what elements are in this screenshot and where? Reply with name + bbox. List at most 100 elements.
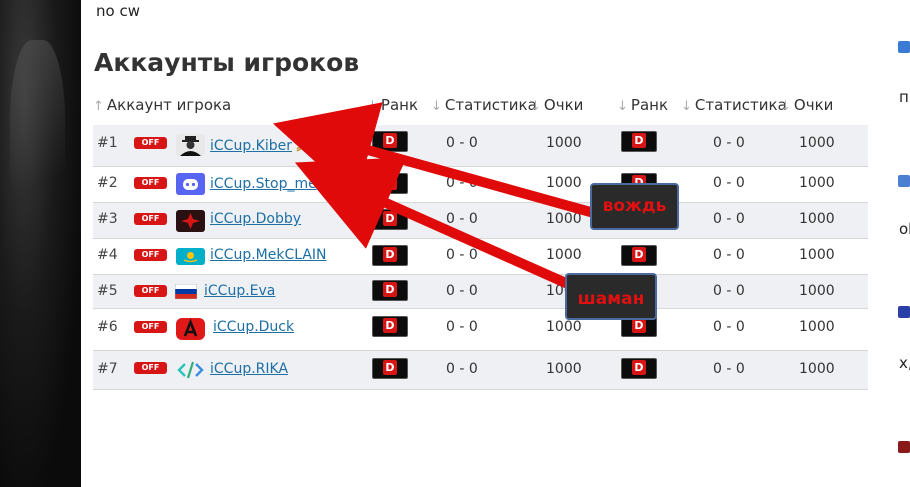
player-rank-number: #2 [97, 175, 118, 191]
sort-up-icon: ↑ [93, 99, 104, 114]
rank-badge [621, 131, 657, 152]
status-badge: OFF [134, 285, 167, 297]
sidebar-flag-icon[interactable] [898, 41, 910, 53]
stats-value: 0 - 0 [713, 175, 745, 191]
sidebar-flag-icon[interactable] [898, 175, 910, 187]
sort-down-icon: ↓ [530, 99, 541, 114]
section-title: Аккаунты игроков [94, 48, 360, 77]
player-rank-number: #4 [97, 247, 118, 263]
score-value: 1000 [799, 283, 835, 299]
sidebar-flag-icon[interactable] [898, 306, 910, 318]
avatar [176, 134, 205, 156]
table-header: ↑ Аккаунт игрока ↓ Ранк ↓ Статистика ↓ Очки … [93, 94, 868, 122]
sidebar-text: ol [899, 220, 910, 238]
score-value: 1000 [546, 211, 582, 227]
chevron-up-icon: ︿ [321, 177, 334, 191]
status-badge: OFF [134, 249, 167, 261]
player-link[interactable]: iCCup.Kiber [210, 138, 292, 154]
status-badge: OFF [134, 137, 167, 149]
table-row: #4 OFF iCCup.MekCLAIN 0 - 0 1000 0 - 0 1… [93, 239, 868, 275]
score-value: 1000 [546, 361, 582, 377]
stats-value: 0 - 0 [713, 247, 745, 263]
rank-badge [621, 245, 657, 266]
table-row: #6 OFF iCCup.Duck 0 - 0 1000 0 - 0 1000 [93, 309, 868, 351]
rank-badge [372, 245, 408, 266]
stats-value: 0 - 0 [446, 247, 478, 263]
chevron-double-up-icon: ︽ [296, 138, 311, 154]
table-row: #1 OFF iCCup.Kiber ︽ 0 - 0 1000 0 - 0 10… [93, 125, 868, 167]
rank-badge [372, 131, 408, 152]
player-rank-number: #1 [97, 135, 118, 151]
stats-value: 0 - 0 [446, 361, 478, 377]
player-rank-number: #3 [97, 211, 118, 227]
annotation-shaman: шаман [565, 273, 657, 320]
table-row: #5 OFF iCCup.Eva 0 - 0 1000 0 - 0 1000 [93, 275, 868, 309]
sort-score2-header[interactable]: ↓ Очки [780, 96, 833, 114]
code-icon [176, 359, 205, 381]
right-sidebar [890, 0, 910, 487]
status-badge: OFF [134, 213, 167, 225]
sort-stats2-header[interactable]: ↓ Статистика [681, 96, 787, 114]
stats-value: 0 - 0 [446, 319, 478, 335]
player-link[interactable]: iCCup.Stop_me [210, 176, 317, 192]
stats-value: 0 - 0 [713, 283, 745, 299]
background-art [0, 0, 81, 487]
score-value: 1000 [799, 247, 835, 263]
player-rank-number: #5 [97, 283, 118, 299]
sort-down-icon: ↓ [367, 99, 378, 114]
avatar [176, 318, 205, 340]
player-rank-number: #7 [97, 361, 118, 377]
stats-value: 0 - 0 [446, 175, 478, 191]
stats-value: 0 - 0 [713, 135, 745, 151]
sort-down-icon: ↓ [681, 99, 692, 114]
rank-badge [372, 280, 408, 301]
rank-badge [621, 358, 657, 379]
score-value: 1000 [799, 175, 835, 191]
sort-down-icon: ↓ [431, 99, 442, 114]
stats-value: 0 - 0 [446, 135, 478, 151]
player-link[interactable]: iCCup.Duck [213, 319, 294, 335]
table-row: #2 OFF iCCup.Stop_me ︿ 0 - 0 1000 0 - 0 … [93, 167, 868, 203]
sort-stats1-header[interactable]: ↓ Статистика [431, 96, 537, 114]
score-value: 1000 [546, 175, 582, 191]
status-badge: OFF [134, 362, 167, 374]
score-value: 1000 [546, 319, 582, 335]
player-link[interactable]: iCCup.Eva [204, 283, 275, 299]
rank-badge [372, 173, 408, 194]
stats-value: 0 - 0 [713, 361, 745, 377]
score-value: 1000 [799, 135, 835, 151]
status-badge: OFF [134, 177, 167, 189]
sidebar-flag-icon[interactable] [898, 441, 910, 453]
rank-badge [372, 209, 408, 230]
sort-down-icon: ↓ [780, 99, 791, 114]
player-link[interactable]: iCCup.RIKA [210, 361, 288, 377]
score-value: 1000 [799, 319, 835, 335]
header-text: no cw [96, 2, 140, 20]
score-value: 1000 [546, 135, 582, 151]
rank-badge [372, 316, 408, 337]
stats-value: 0 - 0 [446, 211, 478, 227]
table-row: #7 OFF iCCup.RIKA 0 - 0 1000 0 - 0 1000 [93, 351, 868, 390]
table-row: #3 OFF iCCup.Dobby 0 - 0 1000 0 - 0 1000 [93, 203, 868, 239]
sort-rank1-header[interactable]: ↓ Ранк [367, 96, 418, 114]
player-link[interactable]: iCCup.MekCLAIN [210, 247, 327, 263]
stats-value: 0 - 0 [713, 319, 745, 335]
sort-score1-header[interactable]: ↓ Очки [530, 96, 583, 114]
flag-ru-icon [174, 283, 198, 300]
sidebar-text: п [899, 88, 909, 106]
avatar [176, 173, 205, 195]
avatar [176, 210, 205, 232]
sort-account-header[interactable]: ↑ Аккаунт игрока [93, 96, 231, 114]
score-value: 1000 [799, 211, 835, 227]
stats-value: 0 - 0 [446, 283, 478, 299]
flag-kz-icon [176, 248, 205, 265]
annotation-chief: вождь [590, 183, 679, 230]
player-rank-number: #6 [97, 319, 118, 335]
stats-value: 0 - 0 [713, 211, 745, 227]
status-badge: OFF [134, 321, 167, 333]
player-link[interactable]: iCCup.Dobby [210, 211, 301, 227]
sort-down-icon: ↓ [617, 99, 628, 114]
score-value: 1000 [546, 247, 582, 263]
score-value: 1000 [799, 361, 835, 377]
sort-rank2-header[interactable]: ↓ Ранк [617, 96, 668, 114]
